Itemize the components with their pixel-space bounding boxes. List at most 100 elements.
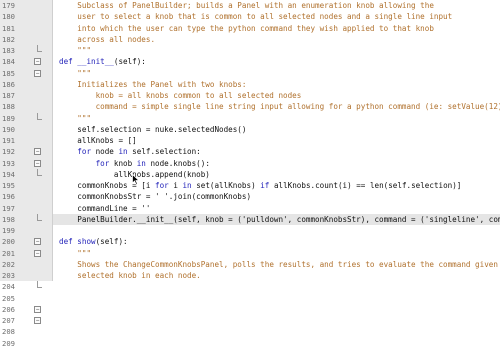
fold-toggle-icon[interactable]: − bbox=[34, 159, 41, 167]
fold-toggle-icon[interactable]: − bbox=[34, 249, 41, 257]
gutter-row: 202 bbox=[0, 259, 52, 270]
code-area[interactable]: Subclass of PanelBuilder; builds a Panel… bbox=[53, 0, 500, 281]
code-line[interactable]: across all nodes. bbox=[53, 34, 500, 45]
code-line[interactable]: Initializes the Panel with two knobs: bbox=[53, 79, 500, 90]
fold-toggle-icon[interactable]: − bbox=[34, 58, 41, 66]
code-line[interactable]: """ bbox=[53, 68, 500, 79]
line-number: 202 bbox=[2, 259, 15, 269]
gutter-row: 186 bbox=[0, 79, 52, 90]
fold-toggle-icon[interactable]: − bbox=[34, 317, 41, 324]
code-token: commandLine = '' bbox=[77, 203, 151, 213]
line-number: 203 bbox=[2, 271, 15, 280]
code-keyword: in bbox=[118, 147, 133, 157]
line-number: 183 bbox=[2, 46, 15, 55]
fold-end-marker-icon bbox=[37, 168, 42, 176]
line-number: 193 bbox=[2, 158, 15, 168]
code-line[interactable]: """ bbox=[53, 113, 500, 124]
line-number: 209 bbox=[2, 338, 15, 348]
line-number: 195 bbox=[2, 181, 15, 190]
code-token: PanelBuilder.__init__(self, knob = ('pul… bbox=[77, 214, 500, 224]
code-line[interactable]: selected knob in each node. bbox=[53, 270, 500, 281]
code-editor[interactable]: 179 180 181 182 183 184 − 185 − 186 187 188 189 190 19… bbox=[0, 0, 500, 348]
code-line[interactable]: into which the user can type the python … bbox=[53, 23, 500, 34]
fold-toggle-icon[interactable]: − bbox=[34, 305, 41, 313]
code-docstring: into which the user can type the python … bbox=[77, 23, 434, 33]
code-line[interactable] bbox=[53, 225, 500, 236]
line-number: 208 bbox=[2, 327, 15, 337]
line-number: 199 bbox=[2, 226, 15, 235]
gutter-row: 181 bbox=[0, 23, 52, 34]
fold-end-marker-icon bbox=[37, 213, 42, 221]
code-keyword: show bbox=[77, 237, 96, 247]
gutter-row: 184 − bbox=[0, 56, 52, 67]
fold-toggle-icon[interactable]: − bbox=[34, 148, 41, 156]
line-number: 179 bbox=[2, 1, 15, 10]
fold-end-marker-icon bbox=[37, 281, 42, 289]
code-docstring: Initializes the Panel with two knobs: bbox=[77, 79, 247, 89]
current-code-line[interactable]: PanelBuilder.__init__(self, knob = ('pul… bbox=[53, 213, 500, 225]
code-docstring: knob = all knobs common to all selected … bbox=[95, 91, 302, 100]
gutter-row: 200 − bbox=[0, 236, 52, 247]
code-keyword: for bbox=[155, 181, 174, 190]
code-line[interactable]: self.selection = nuke.selectedNodes() bbox=[53, 124, 500, 135]
code-line[interactable]: user to select a knob that is common to … bbox=[53, 11, 500, 22]
line-number-gutter: 179 180 181 182 183 184 − 185 − 186 187 188 189 190 19… bbox=[0, 0, 53, 348]
code-docstring: """ bbox=[77, 68, 92, 78]
code-line[interactable]: allKnobs = [] bbox=[53, 135, 500, 146]
code-docstring: Shows the ChangeCommonKnobsPanel, polls … bbox=[77, 259, 500, 269]
line-number: 194 bbox=[2, 169, 15, 179]
code-line[interactable]: def show(self): bbox=[53, 236, 500, 247]
code-line[interactable]: Subclass of PanelBuilder; builds a Panel… bbox=[53, 0, 500, 11]
line-number: 207 bbox=[2, 316, 15, 325]
gutter-row: 201 − bbox=[0, 248, 52, 259]
line-number: 180 bbox=[2, 12, 15, 22]
code-token: self.selection: bbox=[132, 147, 201, 157]
gutter-row: 182 bbox=[0, 34, 52, 45]
line-number: 182 bbox=[2, 34, 15, 44]
gutter-row: 189 bbox=[0, 112, 52, 124]
code-keyword: __init__ bbox=[77, 57, 114, 67]
code-docstring: """ bbox=[77, 46, 92, 55]
code-line[interactable]: """ bbox=[53, 45, 500, 56]
line-number: 198 bbox=[2, 214, 15, 224]
code-line[interactable]: commonKnobs = [i for i in set(allKnobs) … bbox=[53, 180, 500, 191]
code-line[interactable]: """ bbox=[53, 248, 500, 259]
line-number: 192 bbox=[2, 147, 15, 157]
code-line[interactable]: commonKnobsStr = ' '.join(commonKnobs) bbox=[53, 191, 500, 202]
line-number: 196 bbox=[2, 192, 15, 202]
code-line[interactable]: Shows the ChangeCommonKnobsPanel, polls … bbox=[53, 259, 500, 270]
code-token: set(allKnobs) bbox=[196, 181, 261, 190]
code-line[interactable]: knob = all knobs common to all selected … bbox=[53, 90, 500, 101]
code-docstring: user to select a knob that is common to … bbox=[77, 12, 453, 22]
code-keyword: for bbox=[77, 147, 96, 157]
code-line[interactable]: for knob in node.knobs(): bbox=[53, 158, 500, 169]
code-line[interactable]: for node in self.selection: bbox=[53, 146, 500, 157]
line-number: 200 bbox=[2, 237, 15, 247]
code-line[interactable]: commandLine = '' bbox=[53, 203, 500, 214]
code-docstring: """ bbox=[77, 248, 92, 258]
code-token: commonKnobs = [i bbox=[77, 181, 156, 190]
code-docstring: command = simple single line string inpu… bbox=[95, 102, 500, 112]
code-line[interactable]: command = simple single line string inpu… bbox=[53, 101, 500, 112]
gutter-row: 208 bbox=[0, 326, 52, 337]
fold-toggle-icon[interactable]: − bbox=[34, 69, 41, 77]
line-number: 186 bbox=[2, 79, 15, 89]
code-line[interactable]: def __init__(self): bbox=[53, 56, 500, 67]
gutter-row: 179 bbox=[0, 0, 52, 11]
gutter-row: 199 bbox=[0, 225, 52, 236]
code-keyword: if bbox=[260, 181, 274, 190]
code-line[interactable]: allKnobs.append(knob) bbox=[53, 169, 500, 180]
fold-toggle-icon[interactable]: − bbox=[34, 238, 41, 246]
code-token: allKnobs.count(i) == len(self.selection)… bbox=[273, 181, 462, 190]
